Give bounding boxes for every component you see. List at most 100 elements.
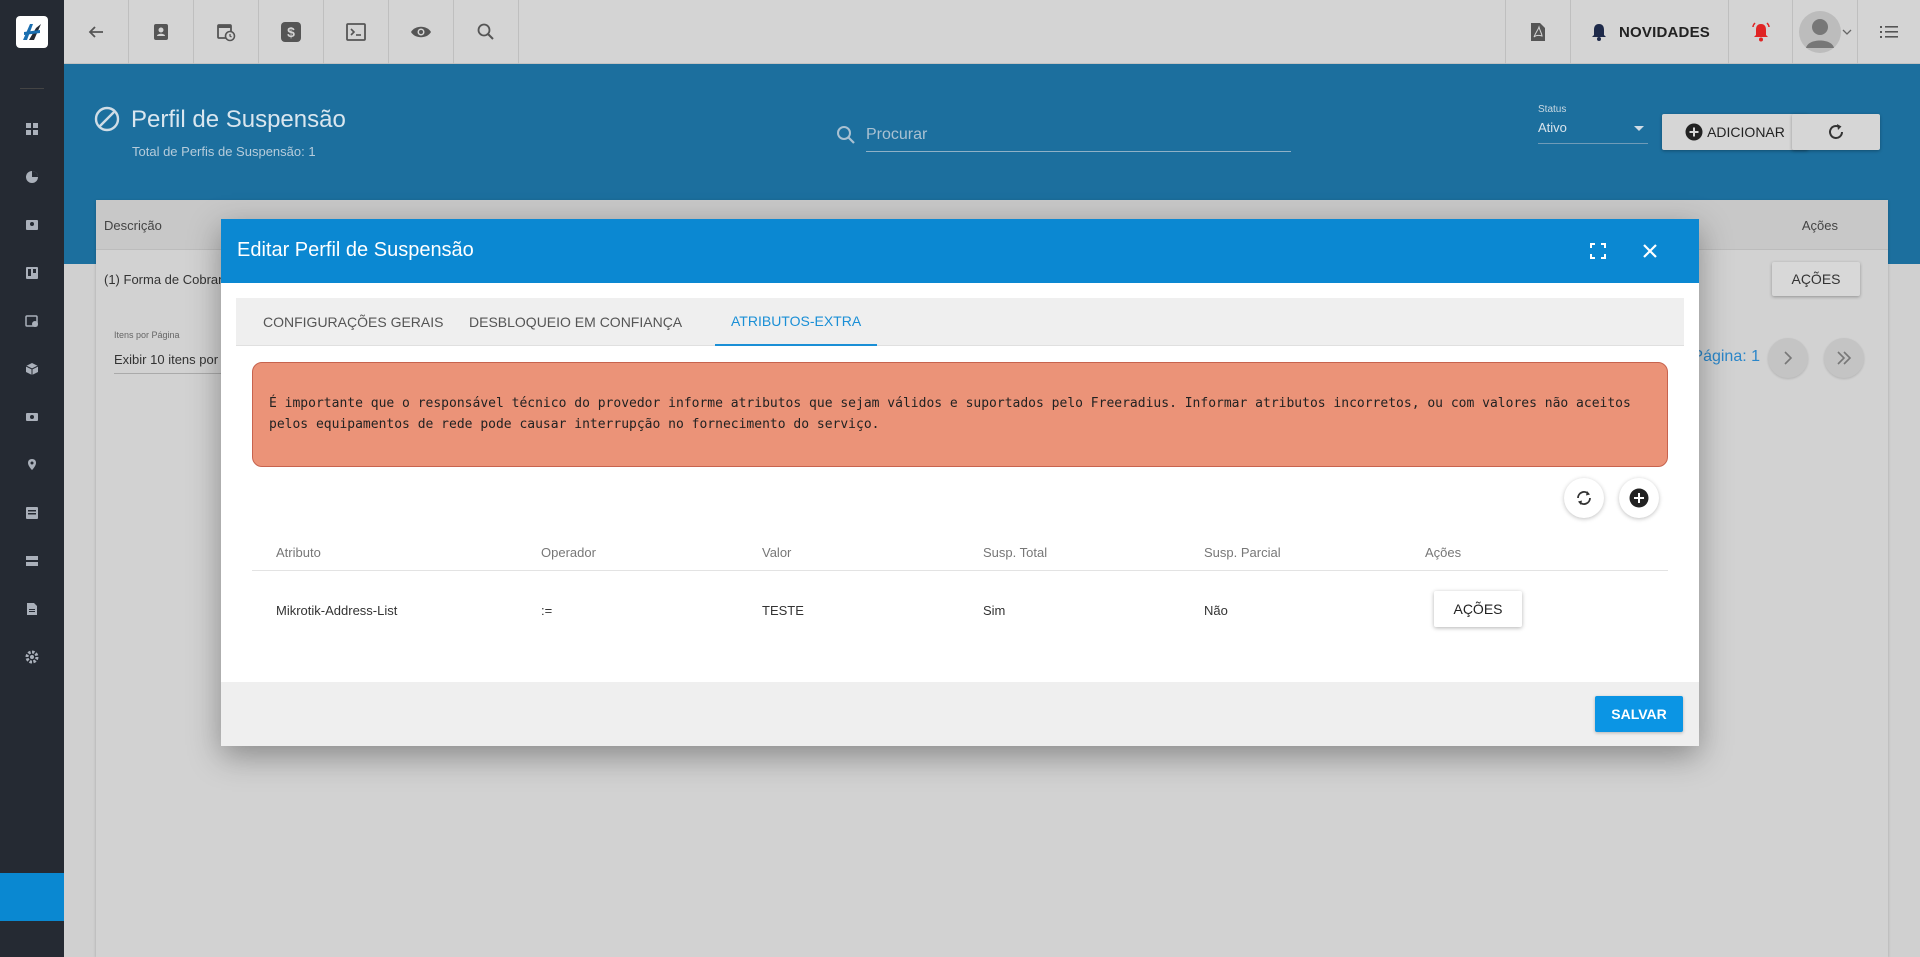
sidebar-item-map[interactable] <box>0 441 64 489</box>
search-button[interactable] <box>454 0 519 64</box>
tab-configuracoes-gerais[interactable]: CONFIGURAÇÕES GERAIS <box>263 298 443 346</box>
list-menu-icon <box>1880 26 1898 38</box>
pdf-button[interactable] <box>1505 0 1570 64</box>
money-icon <box>26 413 38 421</box>
sidebar-item-settings[interactable] <box>0 633 64 681</box>
tab-desbloqueio-em-confianca[interactable]: DESBLOQUEIO EM CONFIANÇA <box>469 298 682 346</box>
eye-icon <box>411 26 431 38</box>
row-actions-button[interactable]: AÇÕES <box>1772 262 1860 296</box>
contact-card-icon <box>154 24 168 40</box>
list-box-icon <box>26 507 38 519</box>
board-icon <box>26 267 38 279</box>
status-label: Status <box>1538 104 1567 115</box>
cell-susp-parcial: Não <box>1204 603 1228 618</box>
user-menu-button[interactable] <box>1792 0 1857 64</box>
sidebar-item-documents[interactable] <box>0 585 64 633</box>
fullscreen-button[interactable] <box>1584 237 1612 265</box>
fullscreen-icon <box>1590 243 1606 259</box>
sidebar-item-schedule[interactable] <box>0 297 64 345</box>
server-icon <box>26 556 38 566</box>
add-button[interactable]: ADICIONAR <box>1662 114 1808 150</box>
items-per-page-select[interactable]: Exibir 10 itens por <box>114 352 234 374</box>
sidebar-item-active[interactable] <box>0 873 64 921</box>
column-valor: Valor <box>762 545 792 560</box>
modal-title: Editar Perfil de Suspensão <box>237 239 474 261</box>
add-attribute-button[interactable] <box>1619 478 1659 518</box>
grid-icon <box>26 123 38 135</box>
refresh-button[interactable] <box>1792 114 1880 150</box>
cell-atributo: Mikrotik-Address-List <box>276 603 398 618</box>
column-susp-parcial: Susp. Parcial <box>1204 545 1281 560</box>
back-button[interactable] <box>64 0 129 64</box>
sidebar-item-inventory[interactable] <box>0 345 64 393</box>
refresh-icon <box>1829 124 1843 139</box>
column-descricao: Descrição <box>104 218 162 233</box>
caret-down-icon <box>1634 126 1644 131</box>
column-operador: Operador <box>541 545 596 560</box>
view-button[interactable] <box>389 0 454 64</box>
finance-button[interactable]: $ <box>259 0 324 64</box>
search-icon <box>477 23 494 40</box>
row-actions-button[interactable]: AÇÕES <box>1434 591 1522 627</box>
close-button[interactable] <box>1636 237 1664 265</box>
cell-operador: := <box>541 603 553 618</box>
last-page-button[interactable] <box>1824 338 1864 378</box>
cell-susp-total: Sim <box>983 603 1006 618</box>
sidebar-item-kanban[interactable] <box>0 249 64 297</box>
terminal-icon <box>346 23 366 41</box>
search-box <box>836 118 1291 152</box>
avatar <box>1799 11 1841 53</box>
edit-profile-modal: Editar Perfil de Suspensão CONFIGURAÇÕES… <box>221 219 1699 746</box>
terminal-button[interactable] <box>324 0 389 64</box>
column-atributo: Atributo <box>276 545 321 560</box>
column-acoes: Ações <box>1425 545 1462 560</box>
save-button[interactable]: SALVAR <box>1595 696 1683 732</box>
menu-button[interactable] <box>1857 0 1920 64</box>
search-input[interactable] <box>866 118 1291 152</box>
add-button-label: ADICIONAR <box>1707 124 1785 140</box>
calendar-clock-icon <box>25 315 38 327</box>
logo-icon <box>16 16 48 48</box>
page-subtitle: Total de Perfis de Suspensão: 1 <box>132 144 316 159</box>
sidebar-item-finance[interactable] <box>0 393 64 441</box>
block-icon <box>94 106 120 137</box>
page-indicator: Página: 1 <box>1692 348 1760 365</box>
status-select[interactable]: Ativo <box>1538 120 1648 144</box>
calendar-clock-icon <box>217 24 236 42</box>
plus-circle-icon <box>1685 123 1703 141</box>
search-icon <box>837 126 855 144</box>
cell-valor: TESTE <box>762 603 804 618</box>
sidebar-item-dashboard[interactable] <box>0 105 64 153</box>
left-sidebar <box>0 0 64 957</box>
cube-icon <box>25 363 39 375</box>
chevron-down-icon <box>1842 29 1852 35</box>
sidebar-item-list[interactable] <box>0 489 64 537</box>
document-icon <box>27 603 37 615</box>
sidebar-item-servers[interactable] <box>0 537 64 585</box>
plus-circle-icon <box>1629 488 1649 508</box>
notifications-button[interactable] <box>1728 0 1792 64</box>
gear-icon <box>25 650 39 664</box>
alarm-bell-icon <box>1751 22 1770 42</box>
chevron-right-icon <box>1784 351 1793 365</box>
sync-button[interactable] <box>1564 478 1604 518</box>
novidades-button[interactable]: NOVIDADES <box>1570 0 1728 64</box>
items-per-page-label: Itens por Página <box>114 330 180 340</box>
sidebar-item-clients[interactable] <box>0 201 64 249</box>
double-chevron-right-icon <box>1837 351 1852 365</box>
app-logo[interactable] <box>0 0 64 64</box>
table-row-description: (1) Forma de Cobran <box>104 272 226 287</box>
next-page-button[interactable] <box>1768 338 1808 378</box>
calendar-button[interactable] <box>194 0 259 64</box>
dollar-icon: $ <box>281 22 301 42</box>
contact-card-icon <box>26 220 38 230</box>
contacts-button[interactable] <box>129 0 194 64</box>
arrow-left-icon <box>88 26 103 38</box>
attributes-table-header: Atributo Operador Valor Susp. Total Susp… <box>252 529 1668 571</box>
top-bar: $ NOVIDADES <box>64 0 1920 64</box>
tab-atributos-extra[interactable]: ATRIBUTOS-EXTRA <box>715 298 878 346</box>
page-title: Perfil de Suspensão <box>131 106 346 133</box>
sync-icon <box>1577 491 1591 505</box>
column-acoes: Ações <box>1801 218 1838 233</box>
sidebar-item-reports[interactable] <box>0 153 64 201</box>
